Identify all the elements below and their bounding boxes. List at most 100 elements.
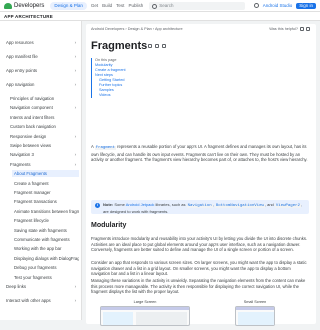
sidebar-item[interactable]: Intents and intent filters <box>10 114 79 121</box>
sidebar-item[interactable]: Fragment transactions <box>14 198 79 205</box>
sidebar-item[interactable]: Working with the app bar <box>14 245 79 252</box>
sidebar-item-label: Responsive design <box>10 133 47 139</box>
chevron-icon[interactable]: › <box>75 67 76 74</box>
note-text-a: Some <box>113 202 126 207</box>
sidebar-item-label: Displaying dialogs with DialogFragment <box>14 255 79 261</box>
chevron-icon[interactable]: › <box>75 297 76 304</box>
chevron-icon[interactable]: › <box>75 161 76 168</box>
bookmark-icon[interactable] <box>148 44 152 48</box>
chevron-icon[interactable]: › <box>75 53 76 60</box>
sidebar-item-label: Fragment transactions <box>14 199 57 205</box>
chevron-icon[interactable]: › <box>75 104 76 111</box>
sidebar-item[interactable]: Create a fragment <box>14 180 79 187</box>
sidebar-item-label: Communicate with fragments <box>14 237 70 242</box>
sign-in-button[interactable]: Sign in <box>296 2 316 9</box>
note-text-b: libraries, such as <box>154 202 187 207</box>
sidebar-item[interactable]: App resources › <box>6 39 79 46</box>
sidebar-item[interactable]: App manifest file › <box>6 53 79 60</box>
sidebar-item[interactable]: Test your fragments <box>14 274 79 281</box>
sidebar-item[interactable]: Navigation component › <box>10 104 79 111</box>
sidebar-item-label: App entry points <box>6 68 38 73</box>
android-logo-icon <box>4 2 12 9</box>
android-studio-link[interactable]: Android Studio <box>263 3 293 8</box>
developers-logo[interactable]: Developers <box>4 2 45 9</box>
breadcrumb[interactable]: Android Developers › Design & Plan › App… <box>91 27 183 31</box>
sidebar-item[interactable]: Deep links › <box>6 283 79 290</box>
sidebar-item[interactable]: Saving state with fragments <box>14 227 79 234</box>
figure-row: Large Screen Small Screen <box>91 300 309 330</box>
modularity-paragraph-1: Fragments introduce modularity and reusa… <box>91 236 308 253</box>
chevron-icon[interactable]: › <box>75 39 76 46</box>
search-input[interactable]: Search <box>149 1 246 10</box>
sidebar-item-label: Fragments <box>10 161 31 167</box>
chevron-icon[interactable]: › <box>75 151 76 158</box>
bottomnav-code-link[interactable]: BottomNavigationView <box>214 204 265 208</box>
sidebar-item-label: Fragment lifecycle <box>14 218 49 224</box>
sidebar-item[interactable]: Animate transitions between fragments <box>14 208 79 215</box>
section-header: APP ARCHITECTURE <box>0 12 320 21</box>
sidebar-item-label: Custom back navigation <box>10 124 56 130</box>
sidebar-item[interactable]: Responsive design › <box>10 133 79 140</box>
sidebar-item-label: Swipe between views <box>10 143 52 148</box>
article-card: Android Developers › Design & Plan › App… <box>86 24 316 326</box>
sidebar-item[interactable]: Navigation 3 › <box>10 151 79 158</box>
nav-test[interactable]: Test <box>116 3 124 8</box>
sidebar-item[interactable]: Displaying dialogs with DialogFragment <box>14 255 79 262</box>
large-screen-illustration <box>100 306 190 326</box>
sidebar-item-label: App resources <box>6 40 34 45</box>
chevron-icon[interactable]: › <box>75 283 76 290</box>
sidebar-item-label: Saving state with fragments <box>14 227 67 233</box>
sidebar-item-label: App navigation <box>6 82 35 87</box>
toc-link[interactable]: Videos <box>95 93 161 98</box>
nav-build[interactable]: Build <box>102 3 112 8</box>
sidebar-item-label: Navigation component <box>10 105 53 111</box>
jetpack-link[interactable]: Android Jetpack <box>126 202 155 207</box>
sidebar-item[interactable]: Communicate with fragments <box>14 236 79 243</box>
sidebar-item-label: Animate transitions between fragments <box>14 208 79 214</box>
sidebar-item[interactable]: About Fragments <box>12 170 79 178</box>
globe-icon[interactable] <box>253 3 259 8</box>
thumbs-down-icon[interactable] <box>306 27 310 31</box>
small-screen-illustration <box>235 306 275 326</box>
sidebar-item[interactable]: Fragment lifecycle <box>14 217 79 224</box>
sidebar-item-label: Debug your fragments <box>14 265 57 271</box>
navigation-code-link[interactable]: Navigation <box>186 204 213 208</box>
modularity-heading: Modularity <box>91 222 127 229</box>
section-pill[interactable]: Design & Plan <box>50 1 87 10</box>
sidebar-item[interactable]: Interact with other apps › <box>6 297 79 304</box>
sidebar-item[interactable]: App navigation › <box>6 81 79 88</box>
thumbs-up-icon[interactable] <box>300 27 304 31</box>
note-label: Note: <box>103 202 114 207</box>
chevron-icon[interactable]: › <box>75 81 76 88</box>
share-icon[interactable] <box>155 44 159 48</box>
fragment-code-link[interactable]: Fragment <box>94 146 116 150</box>
sidebar-item-label: Principles of navigation <box>10 96 55 101</box>
sidebar-item[interactable]: Debug your fragments <box>14 264 79 271</box>
sidebar-item[interactable]: Principles of navigation <box>10 95 79 102</box>
sidebar-item[interactable]: Custom back navigation <box>10 123 79 130</box>
sidebar-item-label: Navigation 3 <box>10 152 34 158</box>
sidebar-item-label: Working with the app bar <box>14 246 62 252</box>
page-title: Fragments <box>91 40 148 52</box>
feedback-icon[interactable] <box>162 44 166 48</box>
info-icon: i <box>95 203 100 208</box>
brand-label: Developers <box>14 2 45 9</box>
viewpager2-code-link[interactable]: ViewPager2 <box>274 204 301 208</box>
top-bar: Developers Design & Plan Get Build Test … <box>0 0 320 12</box>
note-text-d: , and <box>264 202 275 207</box>
sidebar-item-label: Create a fragment <box>14 180 49 186</box>
sidebar-item-label: Interact with other apps <box>6 298 51 303</box>
helpful-label: Was this helpful? <box>269 27 298 31</box>
sidebar-item[interactable]: Swipe between views <box>10 142 79 149</box>
large-screen-caption: Large Screen <box>133 300 157 304</box>
sidebar-item[interactable]: Fragments › <box>10 161 79 168</box>
nav-publish[interactable]: Publish <box>128 3 143 8</box>
nav-get[interactable]: Get <box>91 3 98 8</box>
note-callout: i Note: Some Android Jetpack libraries, … <box>91 200 309 214</box>
small-screen-caption: Small Screen <box>243 300 267 304</box>
sidebar-item[interactable]: Fragment manager <box>14 189 79 196</box>
sidebar-item-label: Fragment manager <box>14 190 51 195</box>
sidebar-item[interactable]: App entry points › <box>6 67 79 74</box>
sidebar-item-label: Intents and intent filters <box>10 114 55 120</box>
chevron-icon[interactable]: › <box>75 133 76 140</box>
